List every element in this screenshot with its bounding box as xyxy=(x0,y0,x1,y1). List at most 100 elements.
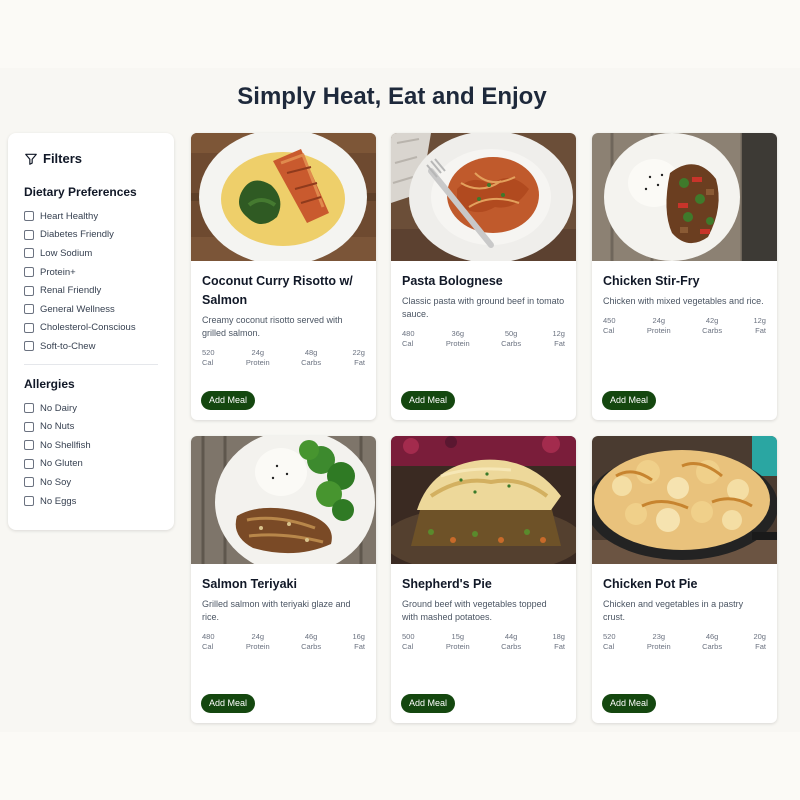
filter-heart-healthy[interactable]: Heart Healthy xyxy=(24,207,158,226)
filter-label: Renal Friendly xyxy=(40,285,102,297)
nutrition-label: Protein xyxy=(445,339,470,348)
nutrition-label: Carbs xyxy=(301,642,322,651)
meal-title: Salmon Teriyaki xyxy=(202,577,297,591)
meal-card: Coconut Curry Risotto w/ Salmon Creamy c… xyxy=(191,133,376,420)
meal-card: Shepherd's Pie Ground beef with vegetabl… xyxy=(391,436,576,723)
nutrition-row: 480 Cal 24g Protein 46g Carbs 16g Fat xyxy=(202,632,365,652)
filter-label: Low Sodium xyxy=(40,247,93,259)
nutrition-value: 42g xyxy=(705,316,719,325)
nutrition-row: 520 Cal 24g Protein 48g Carbs 22g Fat xyxy=(202,348,365,368)
filter-no-nuts[interactable]: No Nuts xyxy=(24,417,158,436)
meal-image xyxy=(592,133,777,261)
filter-no-eggs[interactable]: No Eggs xyxy=(24,492,158,511)
nutrition-value: 15g xyxy=(451,632,465,641)
add-meal-button[interactable]: Add Meal xyxy=(201,391,256,410)
filters-panel: Filters Dietary Preferences Heart Health… xyxy=(8,133,174,530)
checkbox[interactable] xyxy=(24,267,34,278)
nutrition-label: Protein xyxy=(245,358,270,367)
checkbox[interactable] xyxy=(24,477,34,488)
nutrition-label: Carbs xyxy=(501,339,522,348)
meal-card: Pasta Bolognese Classic pasta with groun… xyxy=(391,133,576,420)
filter-label: No Dairy xyxy=(40,402,77,414)
filter-label: Protein+ xyxy=(40,266,76,278)
meal-description: Creamy coconut risotto served with grill… xyxy=(202,315,343,338)
meal-description: Classic pasta with ground beef in tomato… xyxy=(402,296,565,319)
meal-card: Chicken Stir-Fry Chicken with mixed vege… xyxy=(592,133,777,420)
nutrition-value: 46g xyxy=(705,632,719,641)
nutrition-value: 23g xyxy=(652,632,666,641)
nutrition-value: 24g xyxy=(251,348,265,357)
checkbox[interactable] xyxy=(24,341,34,352)
nutrition-fat: 20g Fat xyxy=(753,632,766,652)
filter-renal-friendly[interactable]: Renal Friendly xyxy=(24,281,158,300)
divider xyxy=(24,363,158,365)
nutrition-value: 50g xyxy=(504,329,518,338)
checkbox[interactable] xyxy=(24,248,34,259)
nutrition-carbs: 44g Carbs xyxy=(501,632,521,652)
nutrition-label: Fat xyxy=(354,642,365,651)
nutrition-value: 480 xyxy=(402,329,415,338)
nutrition-value: 450 xyxy=(603,316,616,325)
nutrition-row: 480 Cal 36g Protein 50g Carbs 12g Fat xyxy=(402,329,565,349)
nutrition-label: Cal xyxy=(202,358,214,367)
nutrition-value: 36g xyxy=(451,329,465,338)
add-meal-button[interactable]: Add Meal xyxy=(401,391,456,410)
filter-protein-plus[interactable]: Protein+ xyxy=(24,263,158,282)
nutrition-protein: 23g Protein xyxy=(647,632,671,652)
checkbox[interactable] xyxy=(24,285,34,296)
checkbox[interactable] xyxy=(24,440,34,451)
filter-low-sodium[interactable]: Low Sodium xyxy=(24,244,158,263)
filter-no-shellfish[interactable]: No Shellfish xyxy=(24,436,158,455)
nutrition-value: 500 xyxy=(402,632,415,641)
checkbox[interactable] xyxy=(24,322,34,333)
meal-description: Chicken with mixed vegetables and rice. xyxy=(603,296,764,306)
add-meal-button[interactable]: Add Meal xyxy=(401,694,456,713)
nutrition-label: Protein xyxy=(245,642,270,651)
filter-no-dairy[interactable]: No Dairy xyxy=(24,399,158,418)
filter-label: General Wellness xyxy=(40,303,115,315)
add-meal-button[interactable]: Add Meal xyxy=(201,694,256,713)
add-meal-button[interactable]: Add Meal xyxy=(602,391,657,410)
nutrition-row: 450 Cal 24g Protein 42g Carbs 12g Fat xyxy=(603,316,766,336)
dietary-preferences-title: Dietary Preferences xyxy=(24,185,137,199)
meal-description: Ground beef with vegetables topped with … xyxy=(402,599,547,622)
checkbox[interactable] xyxy=(24,403,34,414)
filter-no-soy[interactable]: No Soy xyxy=(24,473,158,492)
nutrition-cal: 480 Cal xyxy=(202,632,215,652)
nutrition-value: 18g xyxy=(552,632,565,641)
checkbox[interactable] xyxy=(24,496,34,507)
nutrition-label: Carbs xyxy=(301,358,322,367)
nutrition-label: Protein xyxy=(646,642,671,651)
filter-diabetes-friendly[interactable]: Diabetes Friendly xyxy=(24,226,158,245)
nutrition-fat: 22g Fat xyxy=(352,348,365,368)
nutrition-label: Carbs xyxy=(501,642,522,651)
filter-general-wellness[interactable]: General Wellness xyxy=(24,300,158,319)
checkbox[interactable] xyxy=(24,229,34,240)
nutrition-cal: 520 Cal xyxy=(603,632,616,652)
meal-image xyxy=(191,436,376,564)
nutrition-cal: 500 Cal xyxy=(402,632,415,652)
checkbox[interactable] xyxy=(24,211,34,222)
checkbox[interactable] xyxy=(24,458,34,469)
add-meal-button[interactable]: Add Meal xyxy=(602,694,657,713)
filter-no-gluten[interactable]: No Gluten xyxy=(24,455,158,474)
nutrition-label: Fat xyxy=(755,642,766,651)
filter-label: No Nuts xyxy=(40,421,75,433)
filter-soft-to-chew[interactable]: Soft-to-Chew xyxy=(24,337,158,356)
filter-label: Soft-to-Chew xyxy=(40,340,96,352)
checkbox[interactable] xyxy=(24,421,34,432)
meal-title: Shepherd's Pie xyxy=(402,577,492,591)
page-title: Simply Heat, Eat and Enjoy xyxy=(237,83,547,110)
nutrition-row: 520 Cal 23g Protein 46g Carbs 20g Fat xyxy=(603,632,766,652)
nutrition-value: 20g xyxy=(753,632,766,641)
nutrition-cal: 520 Cal xyxy=(202,348,215,368)
nutrition-fat: 12g Fat xyxy=(552,329,565,349)
meal-title: Pasta Bolognese xyxy=(402,274,503,288)
filter-cholesterol-conscious[interactable]: Cholesterol-Conscious xyxy=(24,319,158,338)
filters-header: Filters xyxy=(24,150,158,167)
nutrition-protein: 24g Protein xyxy=(246,632,270,652)
checkbox[interactable] xyxy=(24,304,34,315)
nutrition-value: 46g xyxy=(304,632,318,641)
nutrition-label: Cal xyxy=(603,326,615,335)
meal-card: Salmon Teriyaki Grilled salmon with teri… xyxy=(191,436,376,723)
